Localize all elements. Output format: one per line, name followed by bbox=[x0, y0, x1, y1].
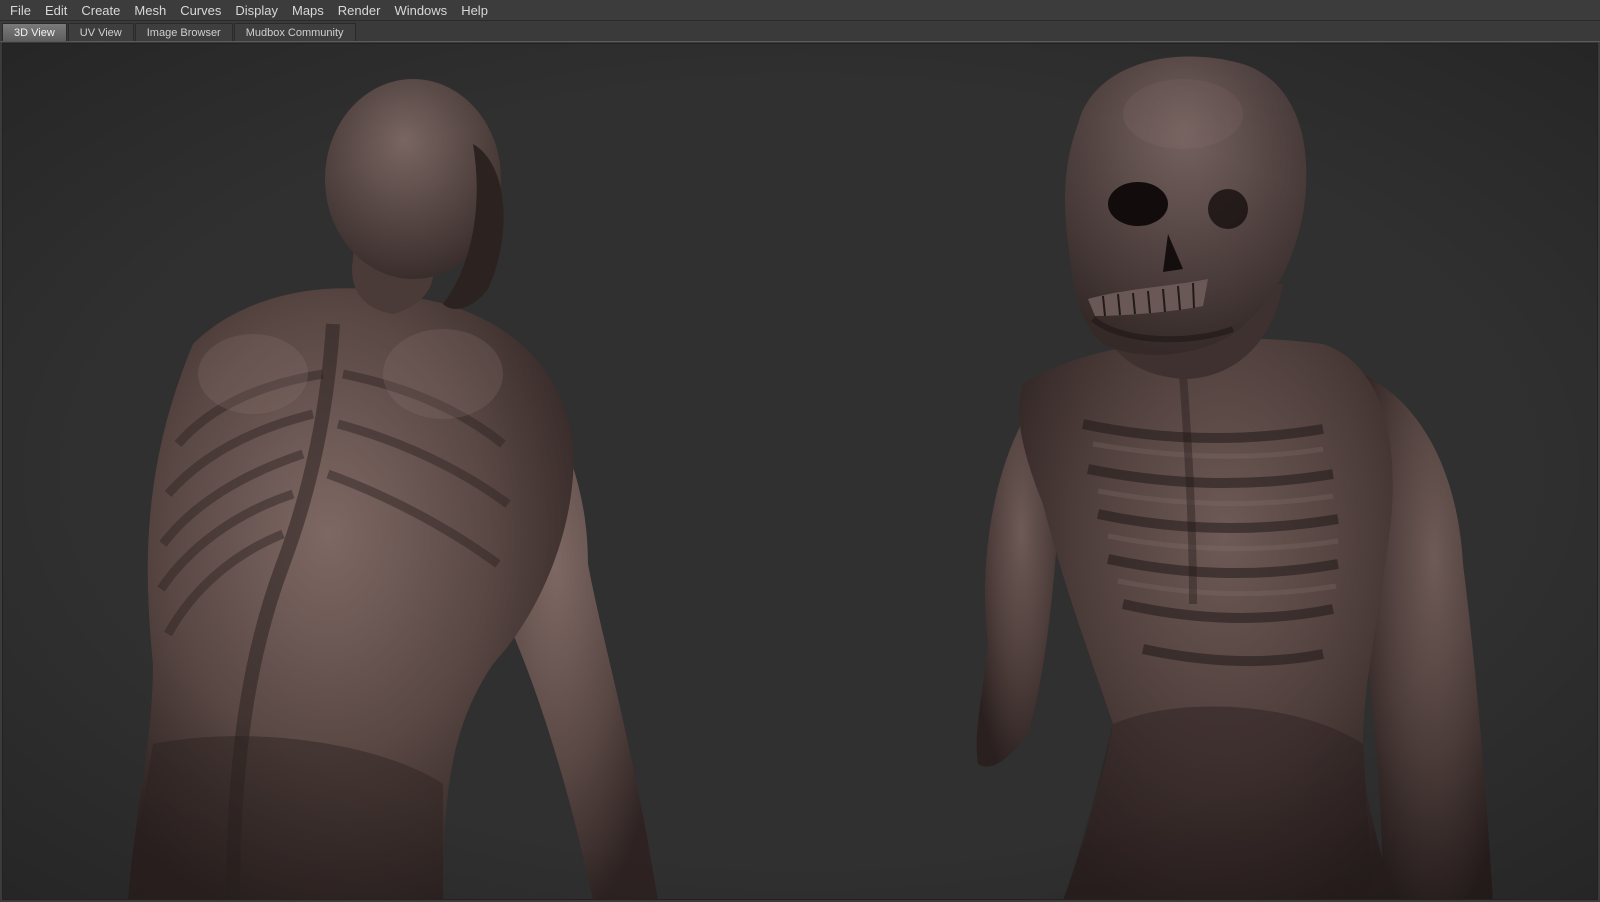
3d-viewport[interactable] bbox=[2, 43, 1598, 900]
menu-mesh[interactable]: Mesh bbox=[127, 0, 173, 21]
tab-3d-view[interactable]: 3D View bbox=[2, 23, 67, 41]
menu-help[interactable]: Help bbox=[454, 0, 495, 21]
menu-bar: File Edit Create Mesh Curves Display Map… bbox=[0, 0, 1600, 21]
menu-edit[interactable]: Edit bbox=[38, 0, 74, 21]
view-tab-bar: 3D View UV View Image Browser Mudbox Com… bbox=[0, 22, 1600, 42]
menu-windows[interactable]: Windows bbox=[387, 0, 454, 21]
tab-uv-view[interactable]: UV View bbox=[67, 23, 134, 41]
menu-curves[interactable]: Curves bbox=[173, 0, 228, 21]
menu-maps[interactable]: Maps bbox=[285, 0, 331, 21]
viewport-vignette bbox=[3, 44, 1597, 899]
viewport-canvas bbox=[3, 44, 1597, 899]
tab-image-browser[interactable]: Image Browser bbox=[134, 23, 233, 41]
mudbox-window: File Edit Create Mesh Curves Display Map… bbox=[0, 0, 1600, 902]
menu-render[interactable]: Render bbox=[331, 0, 388, 21]
menu-file[interactable]: File bbox=[3, 0, 38, 21]
tab-mudbox-community[interactable]: Mudbox Community bbox=[233, 23, 356, 41]
menu-display[interactable]: Display bbox=[228, 0, 285, 21]
menu-create[interactable]: Create bbox=[74, 0, 127, 21]
